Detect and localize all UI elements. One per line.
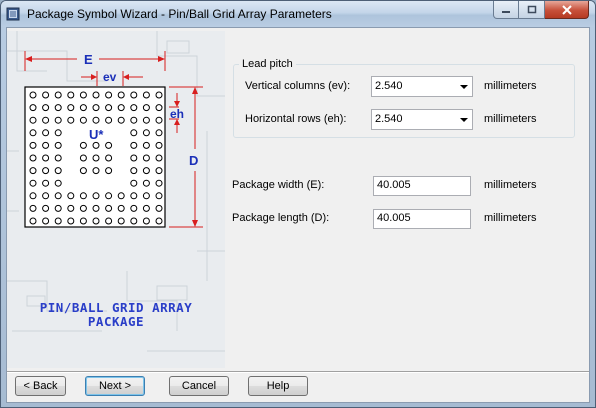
package-width-field-box [373, 176, 472, 196]
minimize-button[interactable] [493, 1, 519, 19]
next-button[interactable]: Next > [85, 376, 145, 396]
maximize-button[interactable] [519, 1, 545, 19]
wizard-window: Package Symbol Wizard - Pin/Ball Grid Ar… [0, 0, 596, 408]
help-button[interactable]: Help [248, 376, 308, 396]
chevron-down-icon [460, 85, 468, 89]
vertical-columns-unit: millimeters [484, 80, 537, 92]
close-icon [561, 4, 572, 15]
package-width-field[interactable] [374, 177, 472, 193]
app-icon [6, 7, 20, 21]
diagram-caption-line1: PIN/BALL GRID ARRAY [39, 300, 193, 315]
lead-pitch-group-label: Lead pitch [239, 58, 296, 70]
horizontal-rows-select[interactable]: 2.540 [371, 109, 473, 130]
window-title: Package Symbol Wizard - Pin/Ball Grid Ar… [27, 7, 332, 21]
horizontal-rows-unit: millimeters [484, 113, 537, 125]
button-bar-divider [7, 371, 589, 373]
package-width-label: Package width (E): [232, 179, 325, 191]
package-length-field[interactable] [374, 210, 472, 226]
vertical-columns-select[interactable]: 2.540 [371, 76, 473, 97]
dim-ev-label: ev [103, 70, 117, 84]
package-length-label: Package length (D): [232, 212, 330, 224]
maximize-icon [527, 5, 536, 14]
wizard-body: E ev eh D U* PIN/BALL GRID ARRAY PACKAGE… [6, 27, 590, 403]
horizontal-rows-label: Horizontal rows (eh): [245, 113, 347, 125]
dim-eh-label: eh [170, 107, 184, 121]
chevron-down-icon [460, 118, 468, 122]
vertical-columns-label: Vertical columns (ev): [245, 80, 351, 92]
horizontal-rows-value: 2.540 [375, 113, 403, 125]
back-button[interactable]: < Back [15, 376, 66, 396]
title-bar[interactable]: Package Symbol Wizard - Pin/Ball Grid Ar… [1, 1, 595, 27]
package-width-unit: millimeters [484, 179, 537, 191]
caption-buttons [493, 1, 589, 21]
package-length-field-box [373, 209, 472, 229]
reference-designator: U* [89, 127, 104, 142]
width-dimension [24, 51, 166, 71]
diagram-caption-line2: PACKAGE [87, 314, 145, 329]
vertical-columns-value: 2.540 [375, 80, 403, 92]
package-length-unit: millimeters [484, 212, 537, 224]
package-diagram-panel: E ev eh D U* PIN/BALL GRID ARRAY PACKAGE [7, 31, 225, 368]
close-button[interactable] [545, 1, 589, 19]
dim-e-label: E [84, 52, 93, 67]
minimize-icon [502, 10, 510, 13]
cancel-button[interactable]: Cancel [169, 376, 229, 396]
dim-d-label: D [189, 153, 198, 168]
